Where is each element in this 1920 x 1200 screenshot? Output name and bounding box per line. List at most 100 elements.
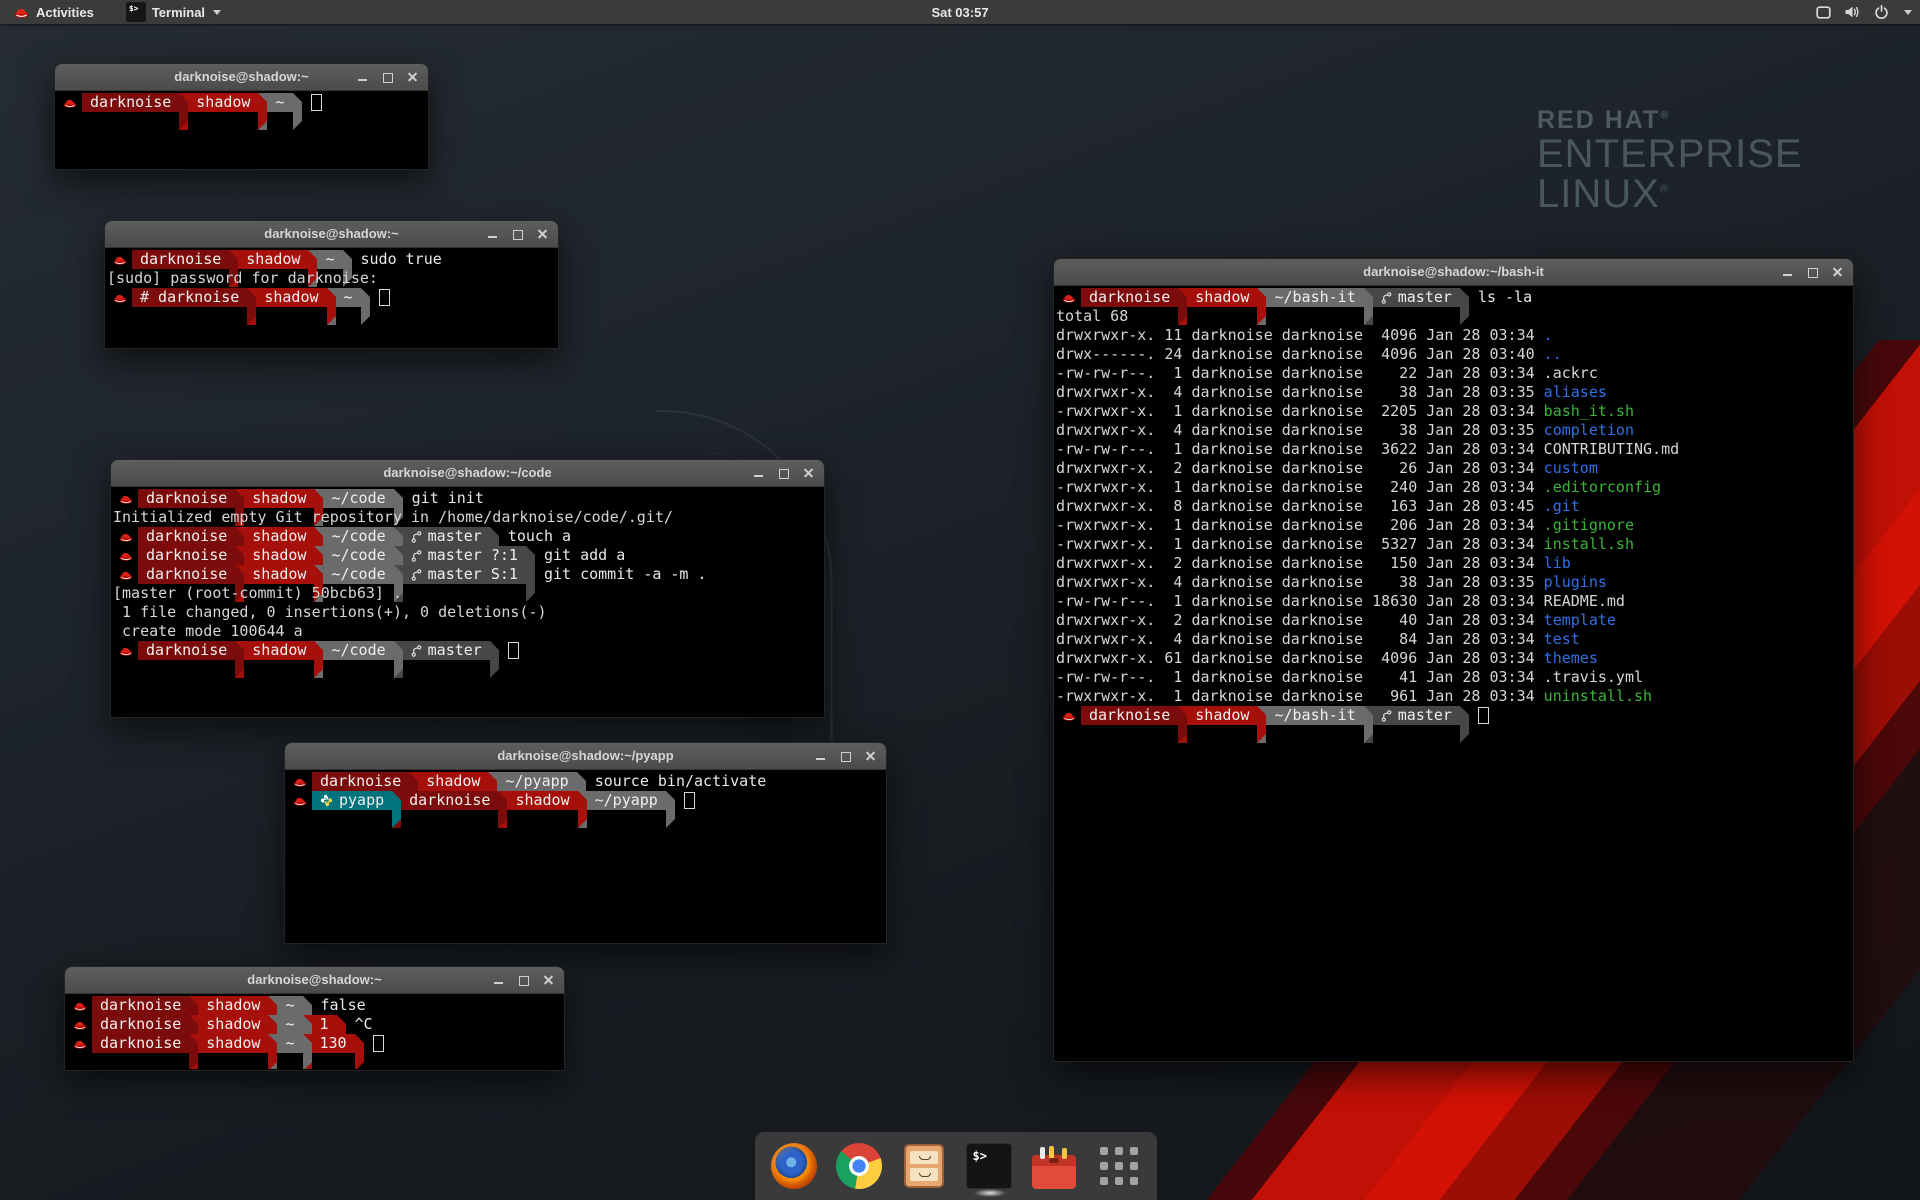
window-title: darknoise@shadow:~/pyapp <box>497 748 673 763</box>
terminal-content[interactable]: darknoiseshadow~ <box>56 91 427 168</box>
redhat-prompt-icon <box>73 1037 87 1051</box>
maximize-icon[interactable] <box>777 467 790 480</box>
prompt-segment-path: ~ <box>277 1015 302 1034</box>
python-icon <box>320 794 333 807</box>
terminal-content[interactable]: darknoiseshadow~/bash-itmasterls -latota… <box>1055 286 1852 1060</box>
close-icon[interactable] <box>542 974 555 987</box>
file-listing-row: -rwxrwxr-x. 1 darknoise darknoise 206 Ja… <box>1056 516 1852 535</box>
file-listing-row: drwxrwxr-x. 2 darknoise darknoise 40 Jan… <box>1056 611 1852 630</box>
close-icon[interactable] <box>406 71 419 84</box>
window-titlebar[interactable]: darknoise@shadow:~ <box>65 967 564 994</box>
close-icon[interactable] <box>864 750 877 763</box>
powerline-separator-icon <box>392 791 401 828</box>
minimize-icon[interactable] <box>492 974 505 987</box>
prompt-segment-user: darknoise <box>138 527 235 546</box>
maximize-icon[interactable] <box>511 228 524 241</box>
prompt-segment-path: ~/pyapp <box>497 772 576 791</box>
close-icon[interactable] <box>802 467 815 480</box>
maximize-icon[interactable] <box>517 974 530 987</box>
prompt-segment-user: # darknoise <box>132 288 247 307</box>
terminal-window-sudo: darknoise@shadow:~ darknoiseshadow~sudo … <box>104 220 559 349</box>
minimize-icon[interactable] <box>1781 266 1794 279</box>
prompt-segment-host: shadow <box>198 1034 268 1053</box>
window-titlebar[interactable]: darknoise@shadow:~ <box>55 64 428 91</box>
prompt-segment-path: ~ <box>336 288 361 307</box>
prompt-segment-path: ~ <box>267 93 292 112</box>
app-menu-terminal[interactable]: $> Terminal <box>120 0 227 24</box>
file-listing-row: -rwxrwxr-x. 1 darknoise darknoise 961 Ja… <box>1056 687 1852 706</box>
terminal-content[interactable]: darknoiseshadow~falsedarknoiseshadow~1^C… <box>66 994 563 1069</box>
prompt-segment-user: darknoise <box>138 489 235 508</box>
app-grid-icon[interactable] <box>1096 1143 1142 1189</box>
redhat-prompt-icon <box>73 999 87 1013</box>
git-branch-icon <box>411 568 422 582</box>
prompt-segment-path: ~/code <box>323 565 393 584</box>
terminal-output-line: [sudo] password for darknoise: <box>107 269 557 288</box>
window-titlebar[interactable]: darknoise@shadow:~ <box>105 221 558 248</box>
minimize-icon[interactable] <box>752 467 765 480</box>
window-titlebar[interactable]: darknoise@shadow:~/pyapp <box>285 743 886 770</box>
prompt-line: darknoiseshadow~/pyappsource bin/activat… <box>287 772 885 791</box>
minimize-icon[interactable] <box>356 71 369 84</box>
maximize-icon[interactable] <box>839 750 852 763</box>
terminal-window-code: darknoise@shadow:~/code darknoiseshadow~… <box>110 459 825 718</box>
file-name: completion <box>1544 421 1634 440</box>
minimize-icon[interactable] <box>814 750 827 763</box>
file-name: bash_it.sh <box>1544 402 1634 421</box>
prompt-line: darknoiseshadow~sudo true <box>107 250 557 269</box>
prompt-segment-user: darknoise <box>92 996 189 1015</box>
window-titlebar[interactable]: darknoise@shadow:~/code <box>111 460 824 487</box>
powerline-separator-icon <box>293 93 302 130</box>
prompt-segment-host: shadow <box>244 546 314 565</box>
terminal-dock-icon[interactable]: $> <box>966 1143 1012 1189</box>
powerline-separator-icon <box>327 288 336 325</box>
powerline-separator-icon <box>1364 706 1373 743</box>
volume-icon <box>1844 5 1861 19</box>
redhat-prompt-icon <box>119 549 133 563</box>
prompt-segment-user: darknoise <box>312 772 409 791</box>
maximize-icon[interactable] <box>381 71 394 84</box>
prompt-segment-user: darknoise <box>132 250 229 269</box>
prompt-segment-user: darknoise <box>92 1034 189 1053</box>
powerline-separator-icon <box>1178 706 1187 743</box>
terminal-cursor <box>1478 707 1489 724</box>
prompt-segment-git: master <box>403 641 490 660</box>
prompt-segment-path: ~/bash-it <box>1266 288 1363 307</box>
prompt-line: darknoiseshadow~/codemaster <box>113 641 823 660</box>
redhat-prompt-icon <box>113 253 127 267</box>
brand-line-2: ENTERPRISE <box>1537 134 1803 175</box>
firefox-icon[interactable] <box>771 1143 817 1189</box>
redhat-prompt-icon <box>293 794 307 808</box>
powerline-separator-icon <box>235 641 244 678</box>
terminal-content[interactable]: darknoiseshadow~/pyappsource bin/activat… <box>286 770 885 942</box>
file-name: .git <box>1544 497 1580 516</box>
activities-button[interactable]: Activities <box>8 0 100 24</box>
redhat-prompt-icon <box>1062 709 1076 723</box>
command-text: git add a <box>544 546 625 565</box>
powerline-separator-icon <box>394 641 403 678</box>
toolbox-icon[interactable] <box>1031 1143 1077 1189</box>
command-text: source bin/activate <box>595 772 767 791</box>
window-titlebar[interactable]: darknoise@shadow:~/bash-it <box>1054 259 1853 286</box>
minimize-icon[interactable] <box>486 228 499 241</box>
top-bar: Activities $> Terminal Sat 03:57 <box>0 0 1920 24</box>
file-listing-row: -rw-rw-r--. 1 darknoise darknoise 18630 … <box>1056 592 1852 611</box>
terminal-cursor <box>508 642 519 659</box>
file-listing-row: drwxrwxr-x. 4 darknoise darknoise 38 Jan… <box>1056 421 1852 440</box>
file-listing-row: -rw-rw-r--. 1 darknoise darknoise 22 Jan… <box>1056 364 1852 383</box>
file-name: aliases <box>1544 383 1607 402</box>
file-listing-row: drwxrwxr-x. 2 darknoise darknoise 26 Jan… <box>1056 459 1852 478</box>
terminal-content[interactable]: darknoiseshadow~/codegit initInitialized… <box>112 487 823 716</box>
file-manager-icon[interactable] <box>901 1143 947 1189</box>
close-icon[interactable] <box>1831 266 1844 279</box>
powerline-separator-icon <box>1364 288 1373 325</box>
file-listing-row: -rwxrwxr-x. 1 darknoise darknoise 2205 J… <box>1056 402 1852 421</box>
close-icon[interactable] <box>536 228 549 241</box>
maximize-icon[interactable] <box>1806 266 1819 279</box>
prompt-segment-git: master <box>1373 706 1460 725</box>
system-status-area[interactable] <box>1816 0 1912 24</box>
file-listing-row: -rw-rw-r--. 1 darknoise darknoise 3622 J… <box>1056 440 1852 459</box>
chrome-icon[interactable] <box>836 1143 882 1189</box>
clock-label[interactable]: Sat 03:57 <box>931 5 988 20</box>
terminal-content[interactable]: darknoiseshadow~sudo true[sudo] password… <box>106 248 557 347</box>
